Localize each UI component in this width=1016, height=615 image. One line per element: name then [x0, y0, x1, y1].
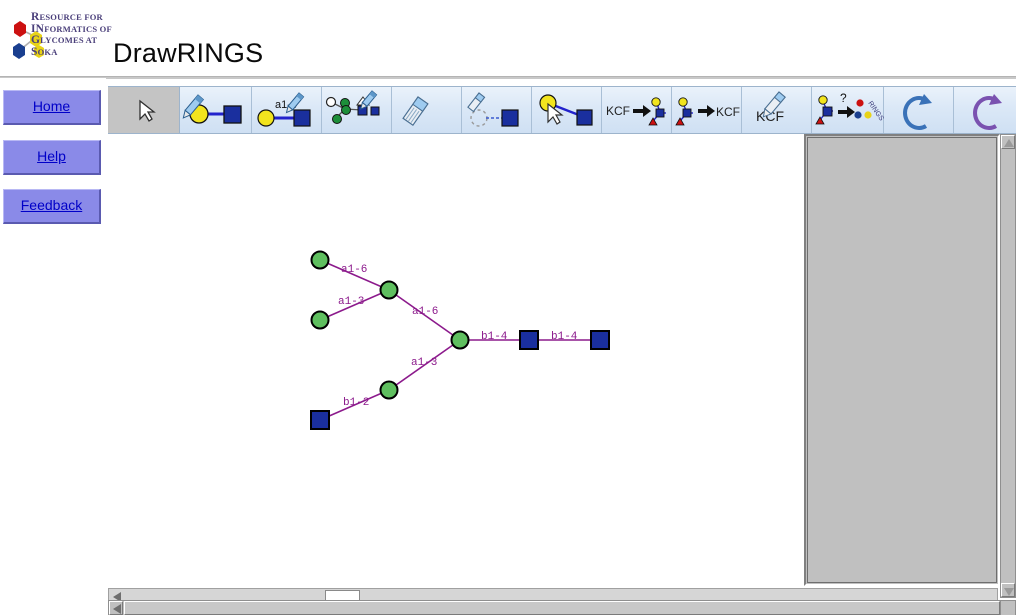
edge-label-b1-2: b1-2: [343, 397, 369, 409]
logo-line-3: GLYCOMES AT: [31, 34, 98, 46]
search-rings-icon: ? RINGS: [815, 91, 884, 125]
tool-import-kcf-label: KCF: [606, 104, 630, 118]
cursor-arrow-icon: [139, 99, 156, 122]
edge-label-a1-6-upper: a1-6: [341, 264, 367, 276]
sidebar-button-help[interactable]: Help: [3, 140, 101, 175]
tool-edit-kcf[interactable]: KCF: [742, 87, 812, 133]
sidebar-button-help-label: Help: [37, 148, 66, 164]
svg-text:RINGS: RINGS: [866, 100, 884, 122]
tool-export-kcf[interactable]: KCF: [672, 87, 742, 133]
kcf-edit-pencil-icon: KCF: [756, 91, 786, 124]
tool-import-kcf[interactable]: KCF: [602, 87, 672, 133]
tool-move-residue[interactable]: [532, 87, 602, 133]
kcf-export-icon: KCF: [675, 97, 740, 126]
main-toolbar: a1-4 KCF KCF KCF ? RINGS: [108, 86, 1016, 134]
residue-mannose-3[interactable]: [379, 280, 399, 300]
sidebar-button-feedback[interactable]: Feedback: [3, 189, 101, 224]
add-residue-pencil-icon: [182, 94, 242, 124]
drawrings-application: RESOURCE FOR INFORMATICS OF GLYCOMES AT …: [0, 0, 1016, 615]
move-residue-cursor-icon: [539, 94, 593, 126]
edge-label-b1-4-inner: b1-4: [481, 331, 508, 343]
editor-area: a1-6 a1-3 a1-6 a1-3 b1-2 b1-4 b1-4: [108, 134, 1016, 615]
triangle-left-icon: [113, 604, 121, 614]
triangle-down-icon: [1004, 588, 1014, 596]
sidebar-button-home[interactable]: Home: [3, 90, 101, 125]
tool-eraser[interactable]: [392, 87, 462, 133]
eraser-icon: [402, 96, 429, 127]
redo-arrow-icon: [973, 94, 1002, 130]
scrollbar-corner: [1000, 600, 1016, 615]
residue-mannose-4[interactable]: [450, 330, 470, 350]
edge-label-a1-3-upper: a1-3: [338, 296, 364, 308]
right-side-panel-inner: [807, 137, 997, 583]
page-header: RESOURCE FOR INFORMATICS OF GLYCOMES AT …: [0, 0, 1016, 79]
window-vertical-scrollbar[interactable]: [1000, 134, 1016, 598]
window-scroll-left-button[interactable]: [109, 601, 123, 615]
triangle-up-icon: [1004, 139, 1014, 147]
scroll-down-button[interactable]: [1001, 583, 1015, 597]
tool-edit-linkage[interactable]: a1-4: [252, 87, 322, 133]
edit-linkage-pencil-icon: a1-4: [257, 92, 311, 127]
edge-label-a1-3-lower: a1-3: [411, 357, 437, 369]
logo-line-4: SOKA: [31, 45, 58, 58]
arrow-right-icon: [633, 105, 651, 117]
residue-glcnac-1[interactable]: [310, 410, 330, 430]
glycan-structure: a1-6 a1-3 a1-6 a1-3 b1-2 b1-4 b1-4: [310, 250, 610, 430]
tool-search-rings-label: ?: [840, 91, 847, 105]
sidebar-button-feedback-label: Feedback: [20, 197, 83, 213]
residue-mannose-1[interactable]: [310, 250, 330, 270]
edit-structure-pencil-icon: [325, 90, 380, 124]
edge-label-a1-6-core: a1-6: [412, 306, 438, 318]
edge-label-b1-4-outer: b1-4: [551, 331, 578, 343]
right-side-panel: [804, 134, 1000, 586]
header-divider: [0, 76, 1016, 79]
window-horizontal-scroll-track[interactable]: [124, 601, 1000, 615]
residue-glcnac-2[interactable]: [519, 330, 539, 350]
tool-add-residue[interactable]: [180, 87, 252, 133]
glycan-drawing-canvas[interactable]: a1-6 a1-3 a1-6 a1-3 b1-2 b1-4 b1-4: [108, 134, 804, 586]
arrow-right-icon: [838, 106, 855, 118]
scroll-up-button[interactable]: [1001, 135, 1015, 149]
tool-erase-selection[interactable]: [462, 87, 532, 133]
tool-search-rings[interactable]: ? RINGS: [812, 87, 884, 133]
arrow-right-icon: [698, 105, 715, 117]
residue-mannose-2[interactable]: [310, 310, 330, 330]
window-horizontal-scrollbar[interactable]: [108, 600, 1016, 615]
page-title: DrawRINGS: [113, 38, 264, 68]
tool-edit-structure[interactable]: [322, 87, 392, 133]
residue-glcnac-3[interactable]: [590, 330, 610, 350]
tool-select-cursor[interactable]: [108, 87, 180, 133]
left-sidebar: Home Help Feedback: [0, 78, 106, 615]
rings-logo-text: RESOURCE FOR INFORMATICS OF GLYCOMES AT …: [31, 11, 113, 66]
residue-mannose-5[interactable]: [379, 380, 399, 400]
undo-arrow-icon: [903, 94, 932, 130]
erase-selection-icon: [467, 92, 519, 127]
logo-line-2: INFORMATICS OF: [31, 22, 112, 35]
kcf-import-icon: KCF: [606, 97, 666, 126]
sidebar-button-home-label: Home: [32, 98, 71, 114]
tool-redo[interactable]: [954, 87, 1016, 133]
rings-logo: RESOURCE FOR INFORMATICS OF GLYCOMES AT …: [6, 10, 113, 68]
tool-export-kcf-label: KCF: [716, 105, 740, 119]
tool-undo[interactable]: [884, 87, 954, 133]
